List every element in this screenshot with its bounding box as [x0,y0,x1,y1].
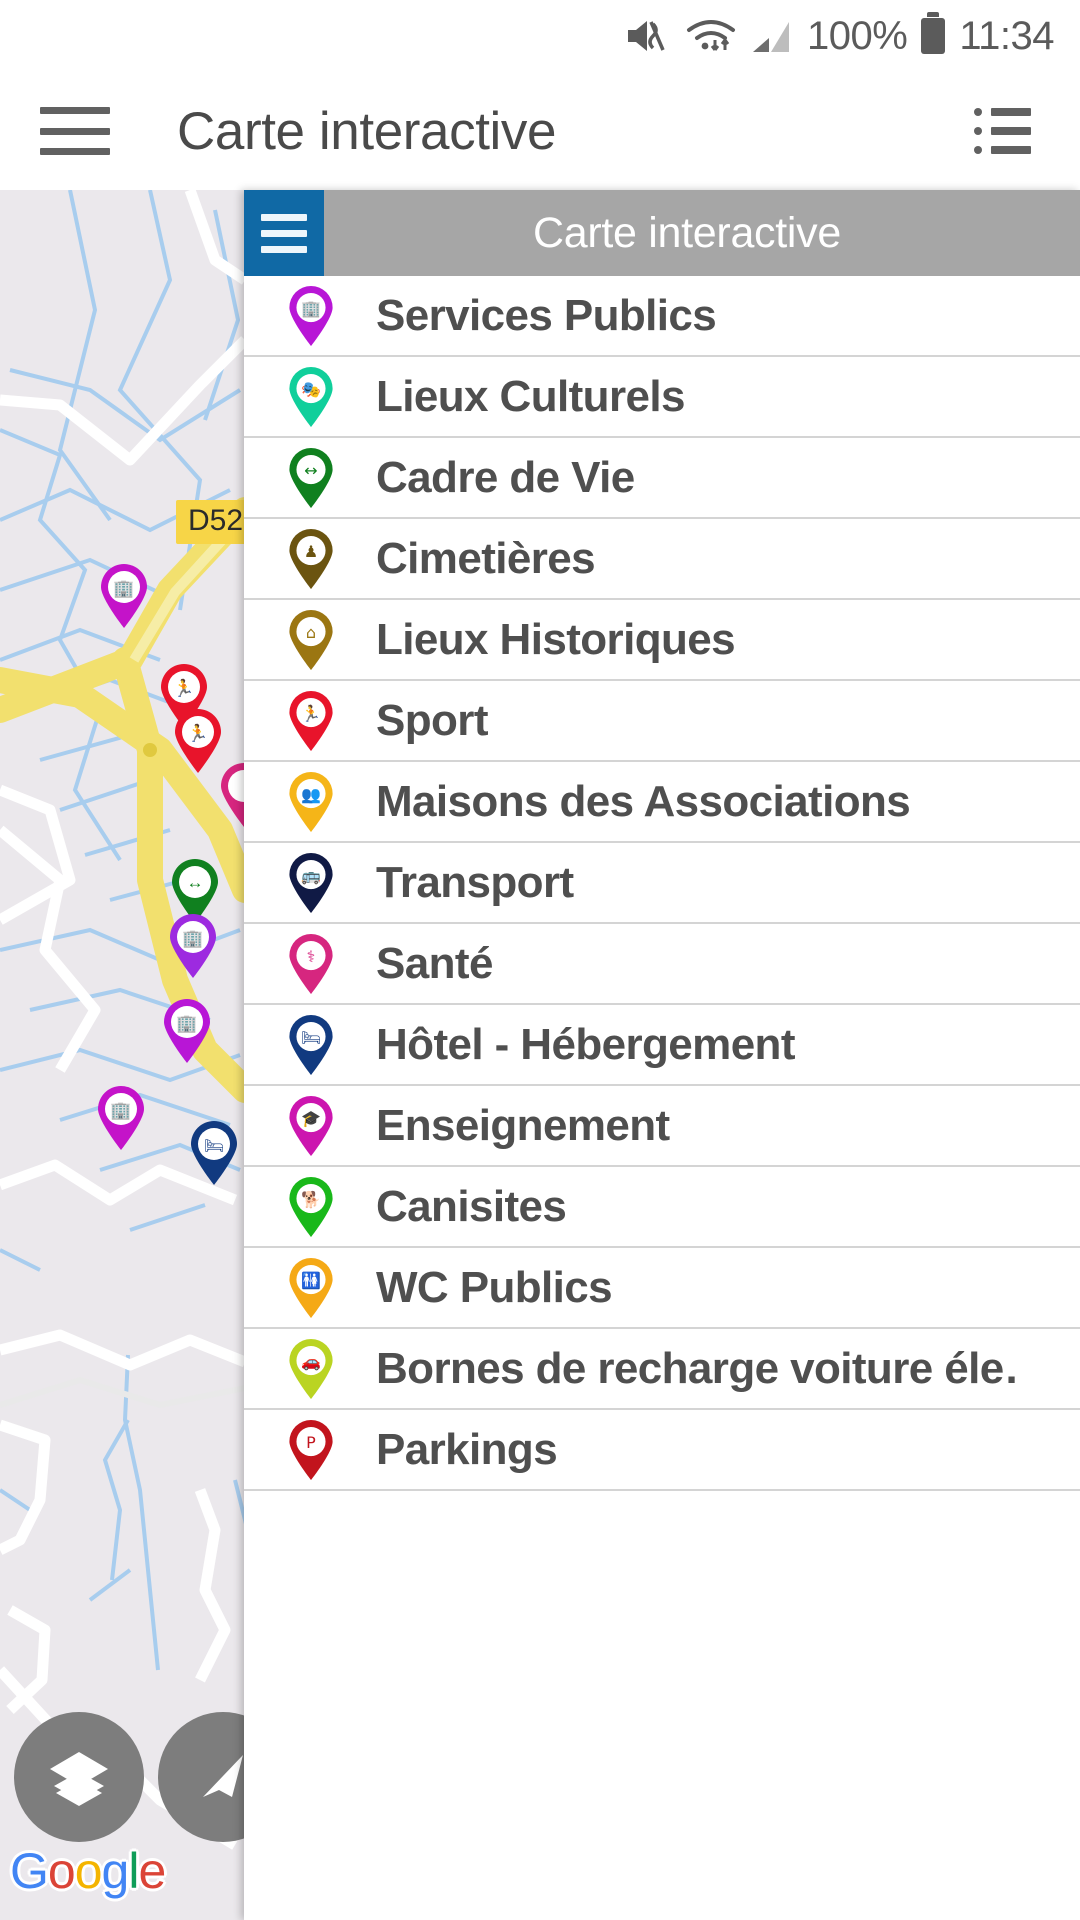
svg-text:🏃: 🏃 [301,704,321,723]
drawer-item-label: Santé [376,938,493,988]
svg-text:🚻: 🚻 [301,1271,321,1290]
drawer-item-8[interactable]: ⚕ Santé [244,924,1080,1005]
svg-text:🚌: 🚌 [301,866,321,885]
drawer-item-label: Parkings [376,1424,558,1474]
wc-publics-pin-icon: 🚻 [282,1257,340,1318]
services-publics-marker[interactable]: 🏢 [161,998,213,1064]
drawer-item-label: Hôtel - Hébergement [376,1019,795,1069]
wifi-icon [685,16,737,56]
google-attribution: Google [10,1843,166,1899]
svg-text:🎓: 🎓 [301,1109,321,1128]
services-publics-marker[interactable]: 🏢 [95,1085,147,1151]
svg-text:♟: ♟ [304,542,318,561]
battery-icon [921,12,946,54]
svg-text:↔: ↔ [304,461,317,480]
svg-text:🛏: 🛏 [204,1138,224,1155]
drawer-item-7[interactable]: 🚌 Transport [244,843,1080,924]
svg-text:🏃: 🏃 [173,678,194,698]
sport-marker[interactable]: 🏃 [172,708,224,774]
drawer-item-0[interactable]: 🏢 Services Publics [244,276,1080,357]
svg-text:🐕: 🐕 [301,1190,321,1209]
cadre-de-vie-pin-icon: ↔ [282,447,340,508]
mute-icon [625,16,671,56]
hamburger-menu-icon[interactable] [40,107,110,155]
canisites-pin-icon: 🐕 [282,1176,340,1237]
svg-text:🏢: 🏢 [110,1101,131,1120]
drawer-item-label: Services Publics [376,290,717,340]
category-drawer: Carte interactive 🏢 Services Publics 🎭 Lieu… [244,190,1080,1920]
svg-text:P: P [306,1433,316,1452]
hotel-hebergement-pin-icon: 🛏 [282,1014,340,1075]
maisons-associations-pin-icon: 👥 [282,771,340,832]
layers-button[interactable] [14,1712,144,1842]
svg-text:↔: ↔ [187,873,204,892]
battery-percent: 100% [807,13,908,58]
drawer-item-12[interactable]: 🚻 WC Publics [244,1248,1080,1329]
svg-text:🛏: 🛏 [301,1028,321,1047]
drawer-item-5[interactable]: 🏃 Sport [244,681,1080,762]
drawer-item-label: Enseignement [376,1100,670,1150]
services-publics-marker[interactable]: 🏢 [98,563,150,629]
cimetieres-pin-icon: ♟ [282,528,340,589]
drawer-item-6[interactable]: 👥 Maisons des Associations [244,762,1080,843]
bulleted-list-icon[interactable] [974,108,1036,154]
layers-icon [50,1752,108,1806]
drawer-item-9[interactable]: 🛏 Hôtel - Hébergement [244,1005,1080,1086]
drawer-item-label: Maisons des Associations [376,776,911,826]
svg-text:🚗: 🚗 [301,1352,321,1371]
drawer-item-4[interactable]: ⌂ Lieux Historiques [244,600,1080,681]
parkings-pin-icon: P [282,1419,340,1480]
drawer-item-2[interactable]: ↔ Cadre de Vie [244,438,1080,519]
services-publics-pin-icon: 🏢 [282,285,340,346]
svg-text:🎭: 🎭 [301,380,321,399]
svg-text:🏢: 🏢 [301,299,321,318]
drawer-item-10[interactable]: 🎓 Enseignement [244,1086,1080,1167]
drawer-hamburger-menu-icon[interactable] [244,190,324,276]
hotel-marker[interactable]: 🛏 [188,1120,240,1186]
drawer-title: Carte interactive [533,208,841,257]
drawer-item-label: Cadre de Vie [376,452,635,502]
category-list: 🏢 Services Publics 🎭 Lieux Culturels ↔ Cadre … [244,276,1080,1491]
drawer-item-label: Bornes de recharge voiture éle… [376,1343,1016,1393]
lieux-historiques-pin-icon: ⌂ [282,609,340,670]
services-publics-marker[interactable]: 🏢 [167,913,219,979]
svg-text:🏢: 🏢 [176,1014,197,1033]
svg-text:🏃: 🏃 [187,723,208,743]
drawer-item-label: Transport [376,857,574,907]
bornes-recharge-pin-icon: 🚗 [282,1338,340,1399]
status-bar: 100% 11:34 [0,0,1080,72]
svg-text:🏢: 🏢 [113,579,134,598]
sport-pin-icon: 🏃 [282,690,340,751]
enseignement-pin-icon: 🎓 [282,1095,340,1156]
drawer-item-label: Lieux Historiques [376,614,735,664]
svg-text:⚕: ⚕ [307,947,316,966]
svg-text:👥: 👥 [301,785,321,804]
signal-icon [751,16,793,56]
drawer-item-label: Lieux Culturels [376,371,685,421]
drawer-item-label: Sport [376,695,488,745]
lieux-culturels-pin-icon: 🎭 [282,366,340,427]
svg-text:🏢: 🏢 [182,929,203,948]
drawer-item-1[interactable]: 🎭 Lieux Culturels [244,357,1080,438]
drawer-item-label: Cimetières [376,533,596,583]
svg-text:⌂: ⌂ [306,623,316,642]
drawer-item-14[interactable]: P Parkings [244,1410,1080,1491]
clock: 11:34 [959,13,1054,58]
drawer-header: Carte interactive [244,190,1080,276]
transport-pin-icon: 🚌 [282,852,340,913]
drawer-item-11[interactable]: 🐕 Canisites [244,1167,1080,1248]
app-bar: Carte interactive [0,72,1080,190]
drawer-item-label: WC Publics [376,1262,613,1312]
page-title: Carte interactive [177,101,557,161]
drawer-item-13[interactable]: 🚗 Bornes de recharge voiture éle… [244,1329,1080,1410]
sante-pin-icon: ⚕ [282,933,340,994]
drawer-item-label: Canisites [376,1181,567,1231]
drawer-item-3[interactable]: ♟ Cimetières [244,519,1080,600]
